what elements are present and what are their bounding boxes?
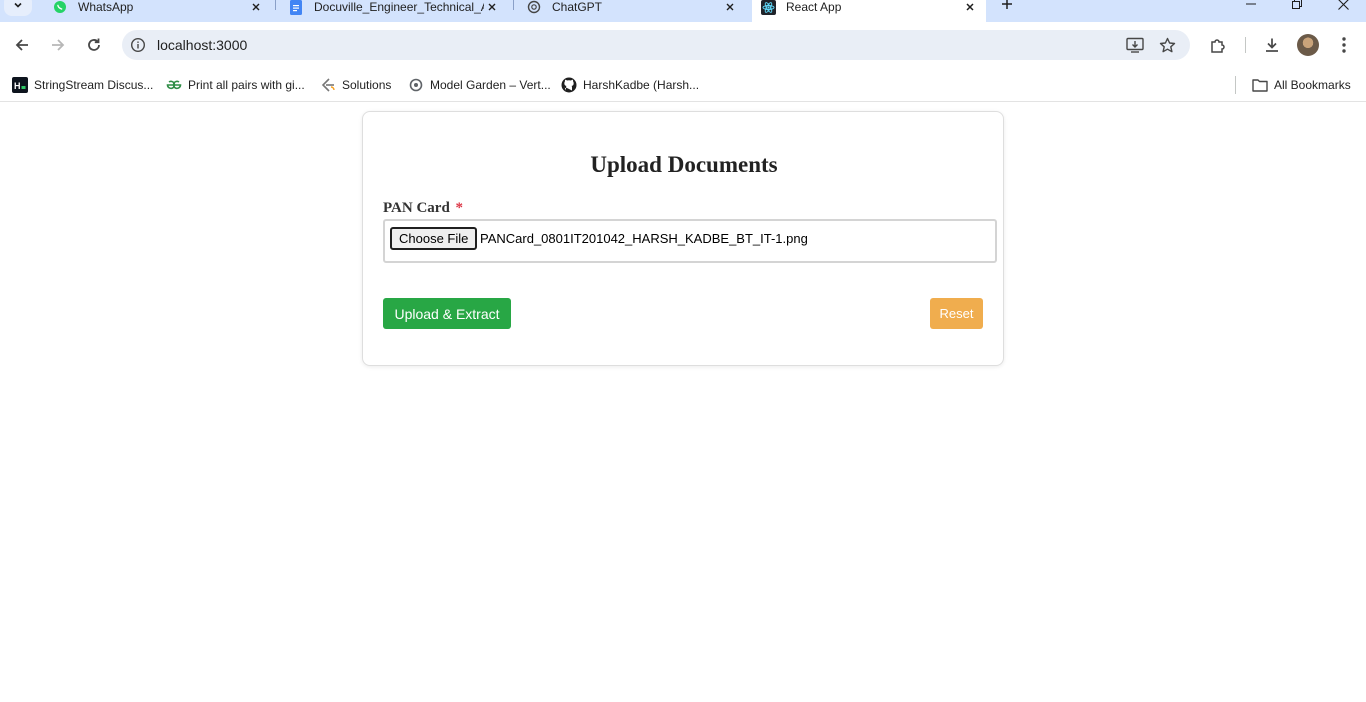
tab-react-app[interactable]: React App [752, 0, 986, 22]
tab-separator [513, 0, 514, 10]
bookmark-label: Solutions [342, 78, 392, 92]
upload-card: Upload Documents PAN Card * Choose File … [362, 111, 1004, 366]
selected-file-name: PANCard_0801IT201042_HARSH_KADBE_BT_IT-1… [480, 231, 808, 246]
info-icon[interactable] [130, 37, 146, 53]
tab-title: ChatGPT [552, 0, 603, 14]
reload-icon [88, 38, 100, 51]
bookmark-item[interactable]: H StringStream Discus... [12, 75, 153, 95]
close-icon[interactable] [484, 0, 500, 15]
forward-button[interactable] [44, 31, 72, 59]
bookmarks-divider [1235, 76, 1236, 94]
tab-title: WhatsApp [78, 0, 134, 14]
profile-avatar[interactable] [1297, 34, 1319, 56]
tab-chatgpt[interactable]: ChatGPT [518, 0, 746, 22]
file-input[interactable]: Choose File PANCard_0801IT201042_HARSH_K… [383, 219, 997, 263]
download-icon [1266, 38, 1278, 52]
arrow-left-icon [15, 39, 28, 51]
url-text: localhost:3000 [157, 37, 248, 53]
bookmarks-bar: H StringStream Discus... Print all pairs… [0, 68, 1366, 102]
all-bookmarks-button[interactable]: All Bookmarks [1252, 75, 1351, 95]
bookmark-label: Print all pairs with gi... [188, 78, 305, 92]
minimize-button[interactable] [1228, 0, 1274, 14]
field-label-text: PAN Card [383, 200, 450, 216]
bookmark-item[interactable]: Model Garden – Vert... [408, 75, 551, 95]
toolbar-divider [1245, 37, 1246, 53]
chatgpt-icon [526, 0, 542, 15]
vertex-ai-icon [408, 77, 424, 93]
menu-button[interactable] [1332, 33, 1356, 57]
puzzle-icon [1211, 39, 1225, 53]
bookmark-label: HarshKadbe (Harsh... [583, 78, 700, 92]
tab-separator [275, 0, 276, 10]
google-docs-icon [288, 0, 304, 15]
upload-extract-button[interactable]: Upload & Extract [383, 298, 511, 329]
more-vert-icon [1342, 37, 1346, 53]
extensions-button[interactable] [1206, 33, 1230, 57]
react-icon [760, 0, 776, 15]
geeksforgeeks-icon [166, 77, 182, 93]
plus-icon [1002, 0, 1012, 9]
star-icon[interactable] [1158, 36, 1176, 54]
github-icon [561, 77, 577, 93]
address-bar[interactable]: localhost:3000 [122, 30, 1190, 60]
tab-title: React App [786, 0, 842, 14]
new-tab-button[interactable] [996, 0, 1018, 14]
reload-button[interactable] [80, 31, 108, 59]
bookmark-item[interactable]: HarshKadbe (Harsh... [561, 75, 699, 95]
reset-button[interactable]: Reset [930, 298, 983, 329]
leetcode-icon [320, 77, 336, 93]
all-bookmarks-label: All Bookmarks [1274, 78, 1351, 92]
tab-search-button[interactable] [4, 0, 32, 16]
hackerrank-icon: H [12, 77, 28, 93]
tab-title: Docuville_Engineer_Technical_A [314, 0, 484, 14]
install-app-icon[interactable] [1126, 36, 1144, 54]
close-icon[interactable] [722, 0, 738, 15]
required-marker: * [455, 200, 464, 216]
bookmark-label: Model Garden – Vert... [430, 78, 551, 92]
close-icon[interactable] [962, 0, 978, 15]
close-window-button[interactable] [1320, 0, 1366, 14]
page-title: Upload Documents [590, 152, 778, 177]
chevron-down-icon [14, 2, 22, 8]
downloads-button[interactable] [1260, 33, 1284, 57]
folder-icon [1252, 77, 1268, 93]
close-icon [1337, 0, 1349, 10]
tab-whatsapp[interactable]: WhatsApp [44, 0, 272, 22]
bookmark-label: StringStream Discus... [34, 78, 154, 92]
choose-file-button[interactable]: Choose File [390, 227, 478, 250]
restore-button[interactable] [1274, 0, 1320, 14]
minimize-icon [1246, 3, 1256, 5]
bookmark-item[interactable]: Print all pairs with gi... [166, 75, 305, 95]
tab-strip: WhatsApp Docuville_Engineer_Technical_A … [0, 0, 1366, 22]
whatsapp-icon [52, 0, 68, 15]
back-button[interactable] [8, 31, 36, 59]
svg-text:H: H [14, 81, 21, 91]
pan-card-label: PAN Card * [383, 200, 463, 217]
tab-docuville[interactable]: Docuville_Engineer_Technical_A [280, 0, 508, 22]
restore-icon [1292, 0, 1302, 9]
close-icon[interactable] [248, 0, 264, 15]
bookmark-item[interactable]: Solutions [320, 75, 391, 95]
browser-toolbar: localhost:3000 [0, 22, 1366, 68]
arrow-right-icon [52, 39, 65, 51]
